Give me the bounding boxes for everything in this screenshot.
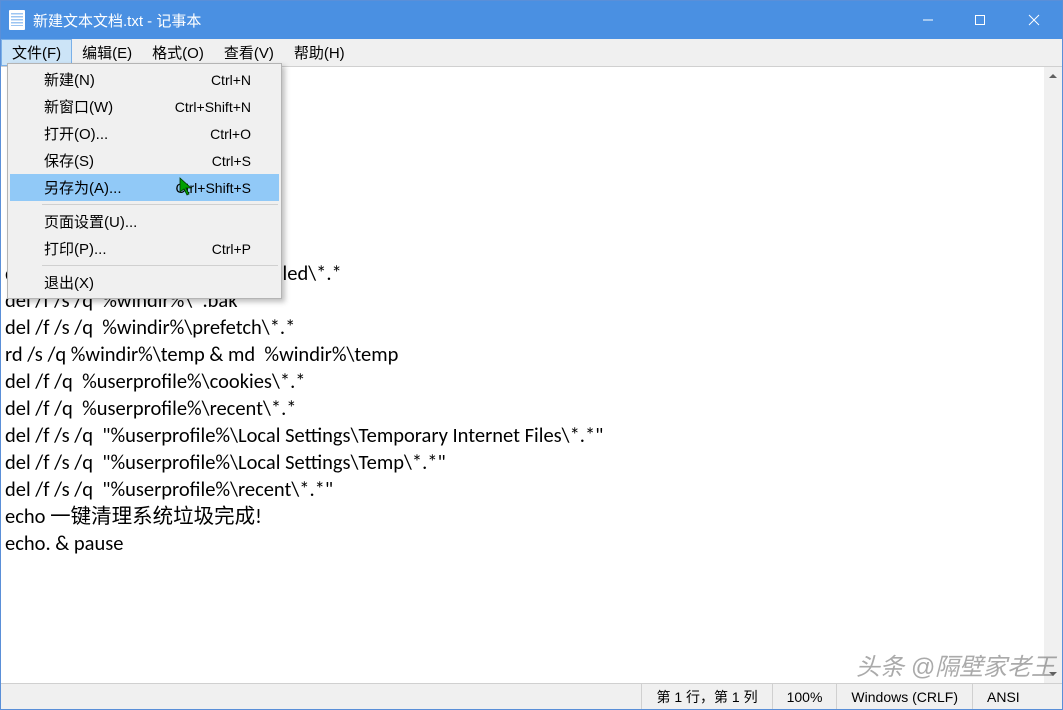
status-zoom: 100%: [772, 684, 837, 709]
menu-item-label: 打印(P)...: [44, 238, 212, 259]
menu-item-shortcut: Ctrl+Shift+N: [175, 99, 251, 115]
titlebar: 新建文本文档.txt - 记事本: [1, 1, 1062, 39]
status-encoding: ANSI: [972, 684, 1062, 709]
window-controls: [902, 1, 1062, 39]
menu-separator: [42, 265, 278, 266]
scroll-track[interactable]: [1044, 85, 1062, 665]
menu-item-0[interactable]: 文件(F): [1, 39, 72, 66]
menu-item-shortcut: Ctrl+N: [211, 72, 251, 88]
file-menu-dropdown: 新建(N)Ctrl+N新窗口(W)Ctrl+Shift+N打开(O)...Ctr…: [7, 63, 282, 299]
file-menu-item-1[interactable]: 新窗口(W)Ctrl+Shift+N: [10, 93, 279, 120]
minimize-button[interactable]: [902, 1, 954, 39]
menu-item-label: 新窗口(W): [44, 96, 175, 117]
close-button[interactable]: [1006, 1, 1062, 39]
menu-item-label: 新建(N): [44, 69, 211, 90]
menu-item-shortcut: Ctrl+S: [212, 153, 251, 169]
scroll-up-icon[interactable]: [1044, 67, 1062, 85]
menu-item-label: 保存(S): [44, 150, 212, 171]
status-position: 第 1 行，第 1 列: [641, 684, 771, 709]
file-menu-item-9[interactable]: 退出(X): [10, 269, 279, 296]
mouse-cursor-icon: [179, 177, 195, 197]
maximize-button[interactable]: [954, 1, 1006, 39]
status-eol: Windows (CRLF): [836, 684, 972, 709]
menu-item-label: 另存为(A)...: [44, 177, 176, 198]
menu-item-4[interactable]: 帮助(H): [284, 39, 355, 66]
menu-item-label: 页面设置(U)...: [44, 211, 251, 232]
file-menu-item-4[interactable]: 另存为(A)...Ctrl+Shift+S: [10, 174, 279, 201]
file-menu-item-7[interactable]: 打印(P)...Ctrl+P: [10, 235, 279, 262]
watermark-text: 头条 @隔壁家老王: [856, 647, 1055, 682]
menu-item-shortcut: Ctrl+O: [210, 126, 251, 142]
menu-item-1[interactable]: 编辑(E): [72, 39, 142, 66]
file-menu-item-3[interactable]: 保存(S)Ctrl+S: [10, 147, 279, 174]
file-menu-item-6[interactable]: 页面设置(U)...: [10, 208, 279, 235]
menu-item-shortcut: Ctrl+P: [212, 241, 251, 257]
menu-item-2[interactable]: 格式(O): [142, 39, 214, 66]
menu-item-3[interactable]: 查看(V): [214, 39, 284, 66]
window-title: 新建文本文档.txt - 记事本: [33, 10, 902, 31]
notepad-icon: [9, 10, 25, 30]
menu-item-label: 退出(X): [44, 272, 251, 293]
file-menu-item-2[interactable]: 打开(O)...Ctrl+O: [10, 120, 279, 147]
statusbar: 第 1 行，第 1 列 100% Windows (CRLF) ANSI: [1, 683, 1062, 709]
file-menu-item-0[interactable]: 新建(N)Ctrl+N: [10, 66, 279, 93]
menu-separator: [42, 204, 278, 205]
menu-item-label: 打开(O)...: [44, 123, 210, 144]
vertical-scrollbar[interactable]: [1044, 67, 1062, 683]
